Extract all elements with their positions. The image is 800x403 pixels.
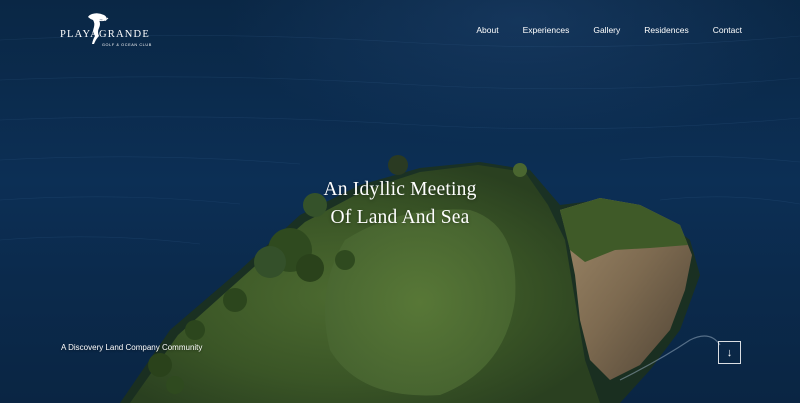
nav-gallery[interactable]: Gallery (593, 25, 620, 35)
brand-logo[interactable]: PLAYA GRANDE GOLF & OCEAN CLUB (58, 12, 152, 48)
nav-contact[interactable]: Contact (713, 25, 742, 35)
top-navigation-bar: PLAYA GRANDE GOLF & OCEAN CLUB About Exp… (0, 0, 800, 60)
logo-word-playa: PLAYA (60, 29, 99, 40)
hero-headline: An Idyllic Meeting Of Land And Sea (0, 176, 800, 232)
logo-subtitle: GOLF & OCEAN CLUB (102, 43, 152, 47)
nav-experiences[interactable]: Experiences (523, 25, 570, 35)
arrow-down-icon: ↓ (726, 346, 733, 359)
main-nav: About Experiences Gallery Residences Con… (476, 25, 742, 35)
hero-tagline: A Discovery Land Company Community (61, 343, 203, 352)
hero-section: PLAYA GRANDE GOLF & OCEAN CLUB About Exp… (0, 0, 800, 403)
logo-word-grande: GRANDE (99, 29, 150, 40)
scroll-down-button[interactable]: ↓ (718, 341, 741, 364)
nav-residences[interactable]: Residences (644, 25, 688, 35)
hero-headline-line-1: An Idyllic Meeting (323, 179, 477, 200)
nav-about[interactable]: About (476, 25, 498, 35)
hero-headline-line-2: Of Land And Sea (330, 207, 470, 228)
